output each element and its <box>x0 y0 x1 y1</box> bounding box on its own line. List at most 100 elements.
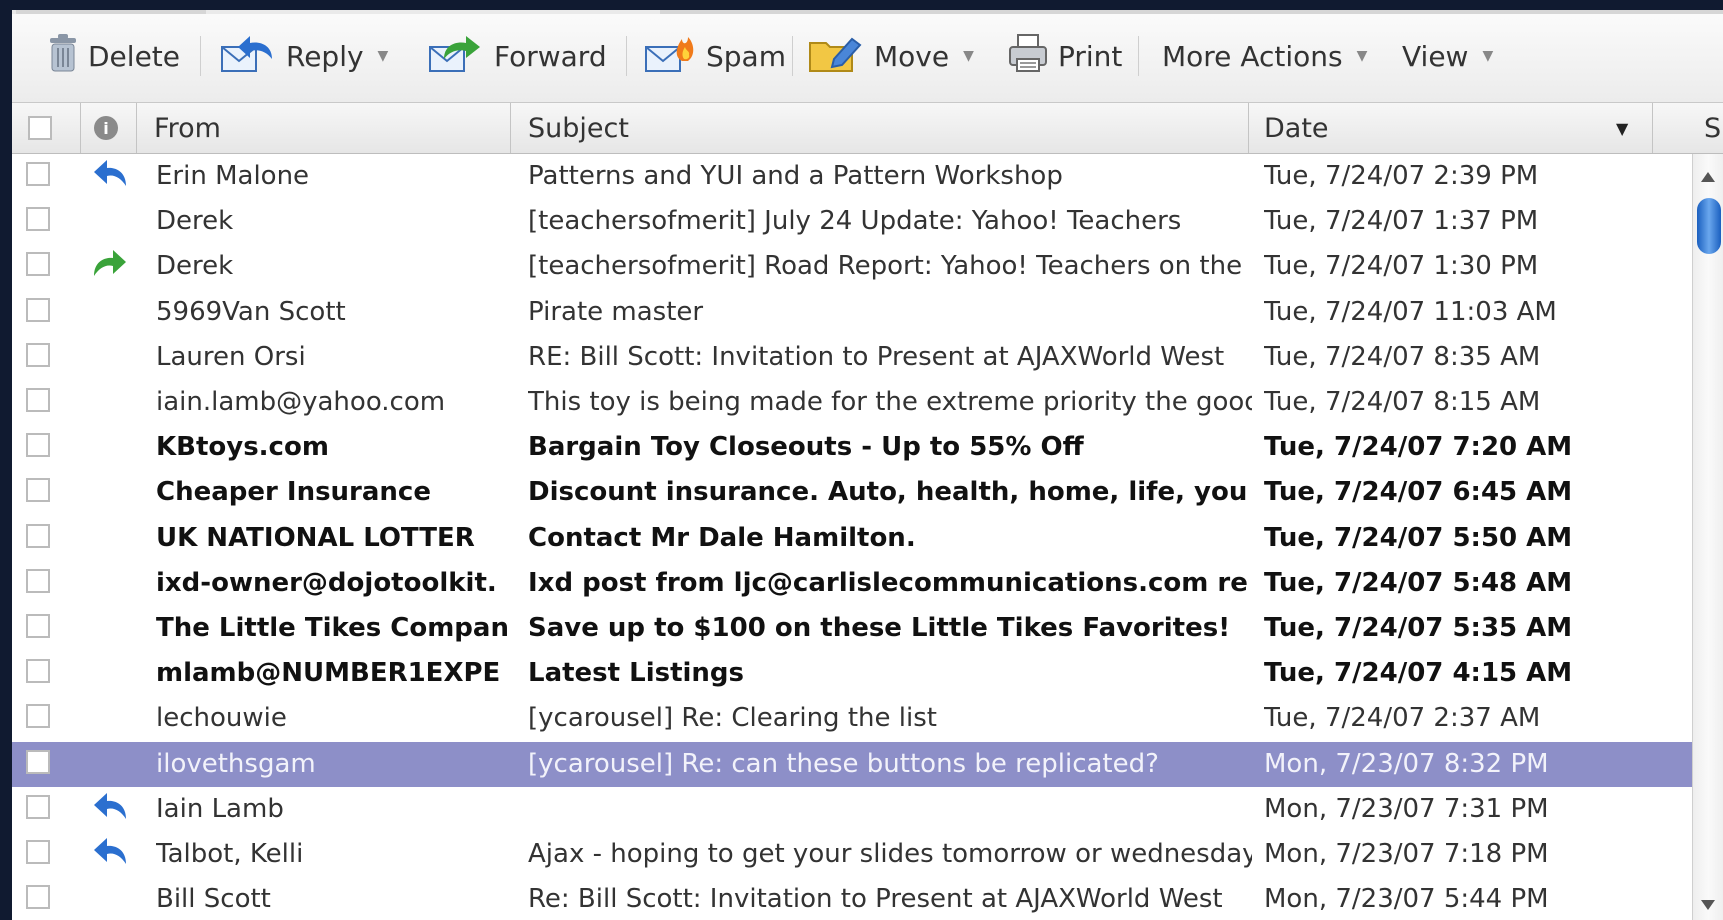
table-row[interactable]: iain.lamb@yahoo.com This toy is being mad… <box>12 380 1692 425</box>
row-subject: [ycarousel] Re: can these buttons be rep… <box>528 748 1159 779</box>
table-row[interactable]: Cheaper Insurance Discount insurance. Aut… <box>12 470 1692 515</box>
checkbox[interactable] <box>26 704 50 729</box>
info-column-header[interactable]: i <box>94 103 118 153</box>
table-row[interactable]: lechouwie [ycarousel] Re: Clearing the li… <box>12 696 1692 741</box>
table-row[interactable]: UK NATIONAL LOTTER Contact Mr Dale Hamilt… <box>12 516 1692 561</box>
from-column-header[interactable]: From <box>154 103 221 153</box>
table-row[interactable]: Bill Scott Re: Bill Scott: Invitation to … <box>12 877 1692 920</box>
row-checkbox[interactable] <box>26 614 50 638</box>
status-cell <box>92 877 132 920</box>
checkbox[interactable] <box>26 433 50 458</box>
row-checkbox[interactable] <box>26 297 50 322</box>
row-checkbox[interactable] <box>26 749 50 774</box>
forward-button[interactable]: Forward <box>428 30 607 82</box>
row-subject: Save up to $100 on these Little Tikes Fa… <box>528 613 1231 643</box>
row-date: Tue, 7/24/07 8:15 AM <box>1264 387 1541 417</box>
reply-button[interactable]: Reply ▼ <box>220 30 388 82</box>
checkbox[interactable] <box>26 342 50 367</box>
row-checkbox[interactable] <box>26 704 50 729</box>
replied-icon <box>92 154 132 199</box>
row-checkbox[interactable] <box>26 342 50 367</box>
row-checkbox[interactable] <box>26 252 50 277</box>
row-checkbox[interactable] <box>26 388 50 412</box>
vertical-scrollbar[interactable] <box>1692 154 1723 920</box>
chevron-down-icon[interactable]: ▼ <box>1482 48 1493 64</box>
table-row[interactable]: ixd-owner@dojotoolkit. Ixd post from ljc@… <box>12 561 1692 606</box>
checkbox[interactable] <box>26 252 50 277</box>
row-checkbox[interactable] <box>26 207 50 232</box>
toolbar-divider <box>792 36 793 76</box>
row-checkbox[interactable] <box>26 794 50 819</box>
row-date: Mon, 7/23/07 5:44 PM <box>1264 884 1549 915</box>
row-from: Derek <box>156 206 234 237</box>
move-folder-icon <box>808 33 864 80</box>
status-cell <box>92 696 132 741</box>
row-checkbox[interactable] <box>26 433 50 458</box>
date-column-header[interactable]: Date <box>1264 103 1329 153</box>
select-all-checkbox[interactable] <box>28 103 52 153</box>
forwarded-icon <box>92 244 132 289</box>
row-checkbox[interactable] <box>26 162 50 186</box>
table-row[interactable]: ilovethsgam [ycarousel] Re: can these but… <box>12 741 1692 787</box>
row-from: Iain Lamb <box>156 793 284 824</box>
chevron-down-icon[interactable]: ▼ <box>378 48 389 64</box>
row-subject: Ixd post from ljc@carlislecommunications… <box>528 567 1248 598</box>
view-button[interactable]: View ▼ <box>1402 30 1493 82</box>
row-checkbox[interactable] <box>26 523 50 548</box>
spam-button[interactable]: Spam <box>644 30 786 82</box>
checkbox[interactable] <box>28 116 52 140</box>
checkbox[interactable] <box>26 614 50 638</box>
row-date: Tue, 7/24/07 2:39 PM <box>1264 161 1539 191</box>
checkbox[interactable] <box>26 162 50 186</box>
move-button[interactable]: Move ▼ <box>808 30 974 82</box>
scroll-up-arrow-icon[interactable] <box>1701 172 1715 182</box>
scroll-thumb[interactable] <box>1697 198 1721 254</box>
row-from: Talbot, Kelli <box>156 839 304 869</box>
more-actions-button[interactable]: More Actions ▼ <box>1162 30 1367 82</box>
checkbox[interactable] <box>26 297 50 322</box>
checkbox[interactable] <box>26 749 50 774</box>
subject-column-header[interactable]: Subject <box>528 103 629 153</box>
checkbox[interactable] <box>26 568 50 593</box>
checkbox[interactable] <box>26 794 50 819</box>
table-row[interactable]: Iain Lamb Mon, 7/23/07 7:31 PM <box>12 787 1692 832</box>
checkbox[interactable] <box>26 388 50 412</box>
chevron-down-icon[interactable]: ▼ <box>1357 48 1368 64</box>
row-checkbox[interactable] <box>26 885 50 910</box>
sort-descending-icon[interactable]: ▼ <box>1616 103 1628 153</box>
row-date: Tue, 7/24/07 6:45 AM <box>1264 477 1573 508</box>
row-from: iain.lamb@yahoo.com <box>156 387 446 417</box>
size-column-header[interactable]: S <box>1704 103 1721 153</box>
toolbar-divider <box>200 36 201 76</box>
checkbox[interactable] <box>26 659 50 684</box>
scroll-down-arrow-icon[interactable] <box>1701 900 1715 910</box>
checkbox[interactable] <box>26 523 50 548</box>
row-date: Tue, 7/24/07 5:50 AM <box>1264 522 1573 553</box>
row-checkbox[interactable] <box>26 659 50 684</box>
delete-button[interactable]: Delete <box>48 30 180 82</box>
table-row[interactable]: Talbot, Kelli Ajax - hoping to get your s… <box>12 832 1692 877</box>
print-button[interactable]: Print <box>1008 30 1122 82</box>
row-date: Tue, 7/24/07 1:30 PM <box>1264 251 1539 282</box>
checkbox[interactable] <box>26 478 50 503</box>
checkbox[interactable] <box>26 207 50 232</box>
row-subject: This toy is being made for the extreme p… <box>528 387 1252 417</box>
table-row[interactable]: 5969Van Scott Pirate master Tue, 7/24/07 1… <box>12 290 1692 335</box>
checkbox[interactable] <box>26 885 50 910</box>
row-checkbox[interactable] <box>26 478 50 503</box>
table-row[interactable]: Derek [teachersofmerit] Road Report: Yaho… <box>12 244 1692 289</box>
table-row[interactable]: mlamb@NUMBER1EXPE Latest Listings Tue, 7/2… <box>12 651 1692 696</box>
chevron-down-icon[interactable]: ▼ <box>963 48 974 64</box>
table-row[interactable]: Derek [teachersofmerit] July 24 Update: Y… <box>12 199 1692 244</box>
row-checkbox[interactable] <box>26 840 50 864</box>
row-from: ilovethsgam <box>156 748 316 779</box>
table-row[interactable]: KBtoys.com Bargain Toy Closeouts - Up to … <box>12 425 1692 470</box>
table-row[interactable]: Erin Malone Patterns and YUI and a Patter… <box>12 154 1692 199</box>
row-checkbox[interactable] <box>26 568 50 593</box>
spam-icon <box>644 33 696 80</box>
replied-icon <box>92 787 132 832</box>
table-row[interactable]: Lauren Orsi RE: Bill Scott: Invitation to… <box>12 335 1692 380</box>
checkbox[interactable] <box>26 840 50 864</box>
table-row[interactable]: The Little Tikes Compan Save up to $100 o… <box>12 606 1692 651</box>
row-subject: Latest Listings <box>528 658 745 689</box>
